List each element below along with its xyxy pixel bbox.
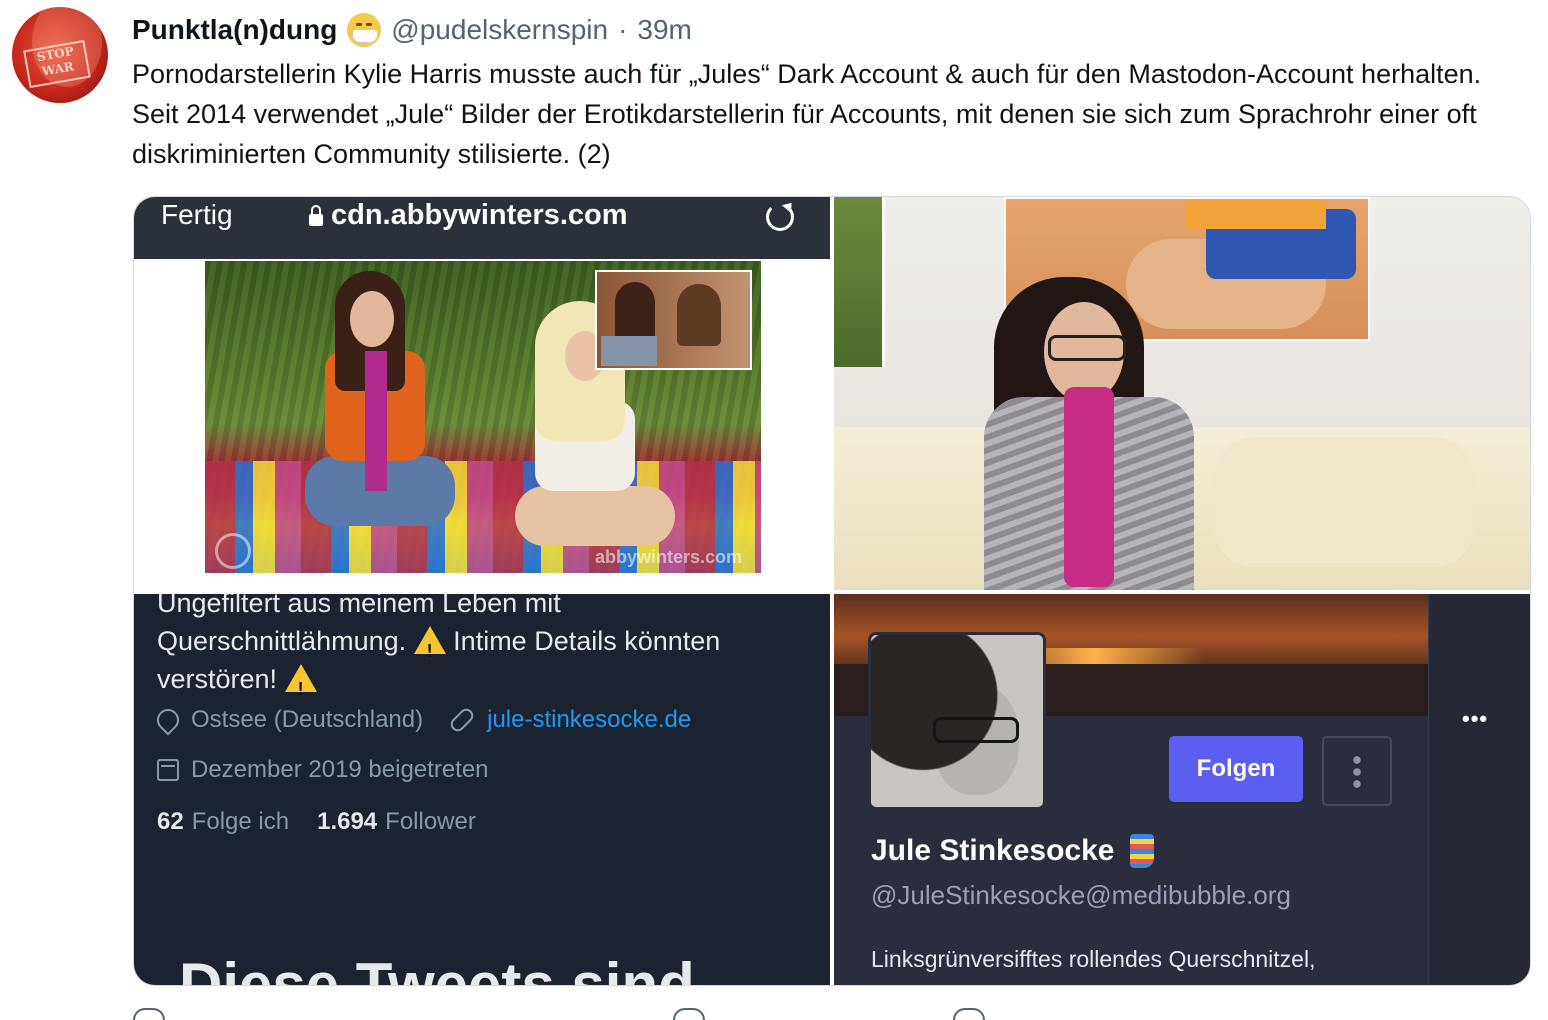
photo-person-glasses [984, 277, 1194, 590]
followers-count: 1.694 [317, 808, 378, 835]
profile-meta: Ostsee (Deutschland) jule-stinkesocke.de [152, 704, 692, 736]
profile-bio: Ungefiltert aus meinem Leben mit Quersch… [157, 594, 797, 708]
mastodon-follow-button: Folgen [1169, 736, 1303, 802]
safari-url: cdn.abbywinters.com [309, 199, 628, 232]
mastodon-bio: Linksgrünversifftes rollendes Querschnit… [871, 946, 1316, 972]
link-icon [447, 705, 477, 735]
safari-url-text: cdn.abbywinters.com [331, 199, 628, 231]
photo-person-brunette [305, 271, 455, 551]
tweet-header: Punktla(n)dung @pudelskernspin · 39m [132, 10, 692, 50]
tweet-media-grid[interactable]: Fertig cdn.abbywinters.com abbywinters.c… [133, 196, 1531, 986]
media-image-mastodon-profile[interactable]: ••• Folgen Jule Stinkesocke @JuleStinkes… [834, 594, 1530, 985]
face-with-medical-mask-icon [347, 13, 382, 47]
safari-address-bar: Fertig cdn.abbywinters.com [134, 197, 830, 259]
media-image-twitter-profile[interactable]: Ungefiltert aus meinem Leben mit Quersch… [134, 594, 830, 985]
warning-icon [284, 664, 317, 708]
media-image-webcam[interactable] [834, 197, 1530, 590]
warning-icon [413, 626, 446, 670]
location-pin-icon [152, 704, 184, 736]
profile-bio-line2: Querschnittlähmung. [157, 626, 407, 656]
wall-poster-left [834, 197, 885, 367]
followers-label: Follower [385, 808, 476, 835]
profile-location: Ostsee (Deutschland) [191, 706, 424, 733]
like-icon[interactable] [953, 1008, 985, 1020]
watermark-logo-icon [215, 533, 251, 569]
safari-done-button: Fertig [161, 199, 233, 230]
photo-inset-headphones [595, 270, 752, 370]
mastodon-avatar [868, 632, 1046, 810]
photo-watermark: abbywinters.com [595, 547, 743, 567]
reload-icon [766, 203, 794, 231]
author-display-name[interactable]: Punktla(n)dung [132, 14, 337, 46]
profile-bio-line3: verstören! [157, 664, 278, 694]
photo-picnic: abbywinters.com [205, 261, 761, 573]
author-handle[interactable]: @pudelskernspin [391, 14, 608, 46]
socks-icon [1130, 834, 1155, 868]
mastodon-name-text: Jule Stinkesocke [871, 834, 1115, 867]
following-label: Folge ich [191, 808, 290, 835]
retweet-icon[interactable] [673, 1008, 705, 1020]
profile-joined: Dezember 2019 beigetreten [157, 756, 489, 784]
separator-dot: · [618, 14, 628, 45]
mastodon-profile-name: Jule Stinkesocke [871, 834, 1155, 868]
profile-cut-heading: Diese Tweets sind [179, 951, 695, 985]
profile-follow-stats: 62 Folge ich 1.694 Follower [157, 808, 476, 836]
profile-bio-line2b: Intime Details könnten [453, 626, 721, 656]
profile-joined-text: Dezember 2019 beigetreten [191, 756, 489, 783]
lock-icon [309, 204, 323, 226]
profile-website-link: jule-stinkesocke.de [487, 706, 692, 733]
mastodon-sidebar [1428, 594, 1530, 985]
mastodon-handle: @JuleStinkesocke@medibubble.org [871, 880, 1291, 910]
tweet-text: Pornodarstellerin Kylie Harris musste au… [132, 59, 1482, 169]
kebab-menu-icon [1322, 736, 1392, 806]
reply-icon[interactable] [133, 1008, 165, 1020]
media-image-safari[interactable]: Fertig cdn.abbywinters.com abbywinters.c… [134, 197, 830, 590]
more-options-icon: ••• [1462, 706, 1489, 731]
following-count: 62 [157, 808, 184, 835]
tweet-timestamp[interactable]: 39m [637, 14, 691, 46]
author-avatar[interactable]: STOP WAR [12, 7, 108, 103]
tweet-action-bar [133, 1008, 1033, 1020]
calendar-icon [157, 759, 179, 781]
profile-bio-line1: Ungefiltert aus meinem Leben mit [157, 594, 561, 618]
